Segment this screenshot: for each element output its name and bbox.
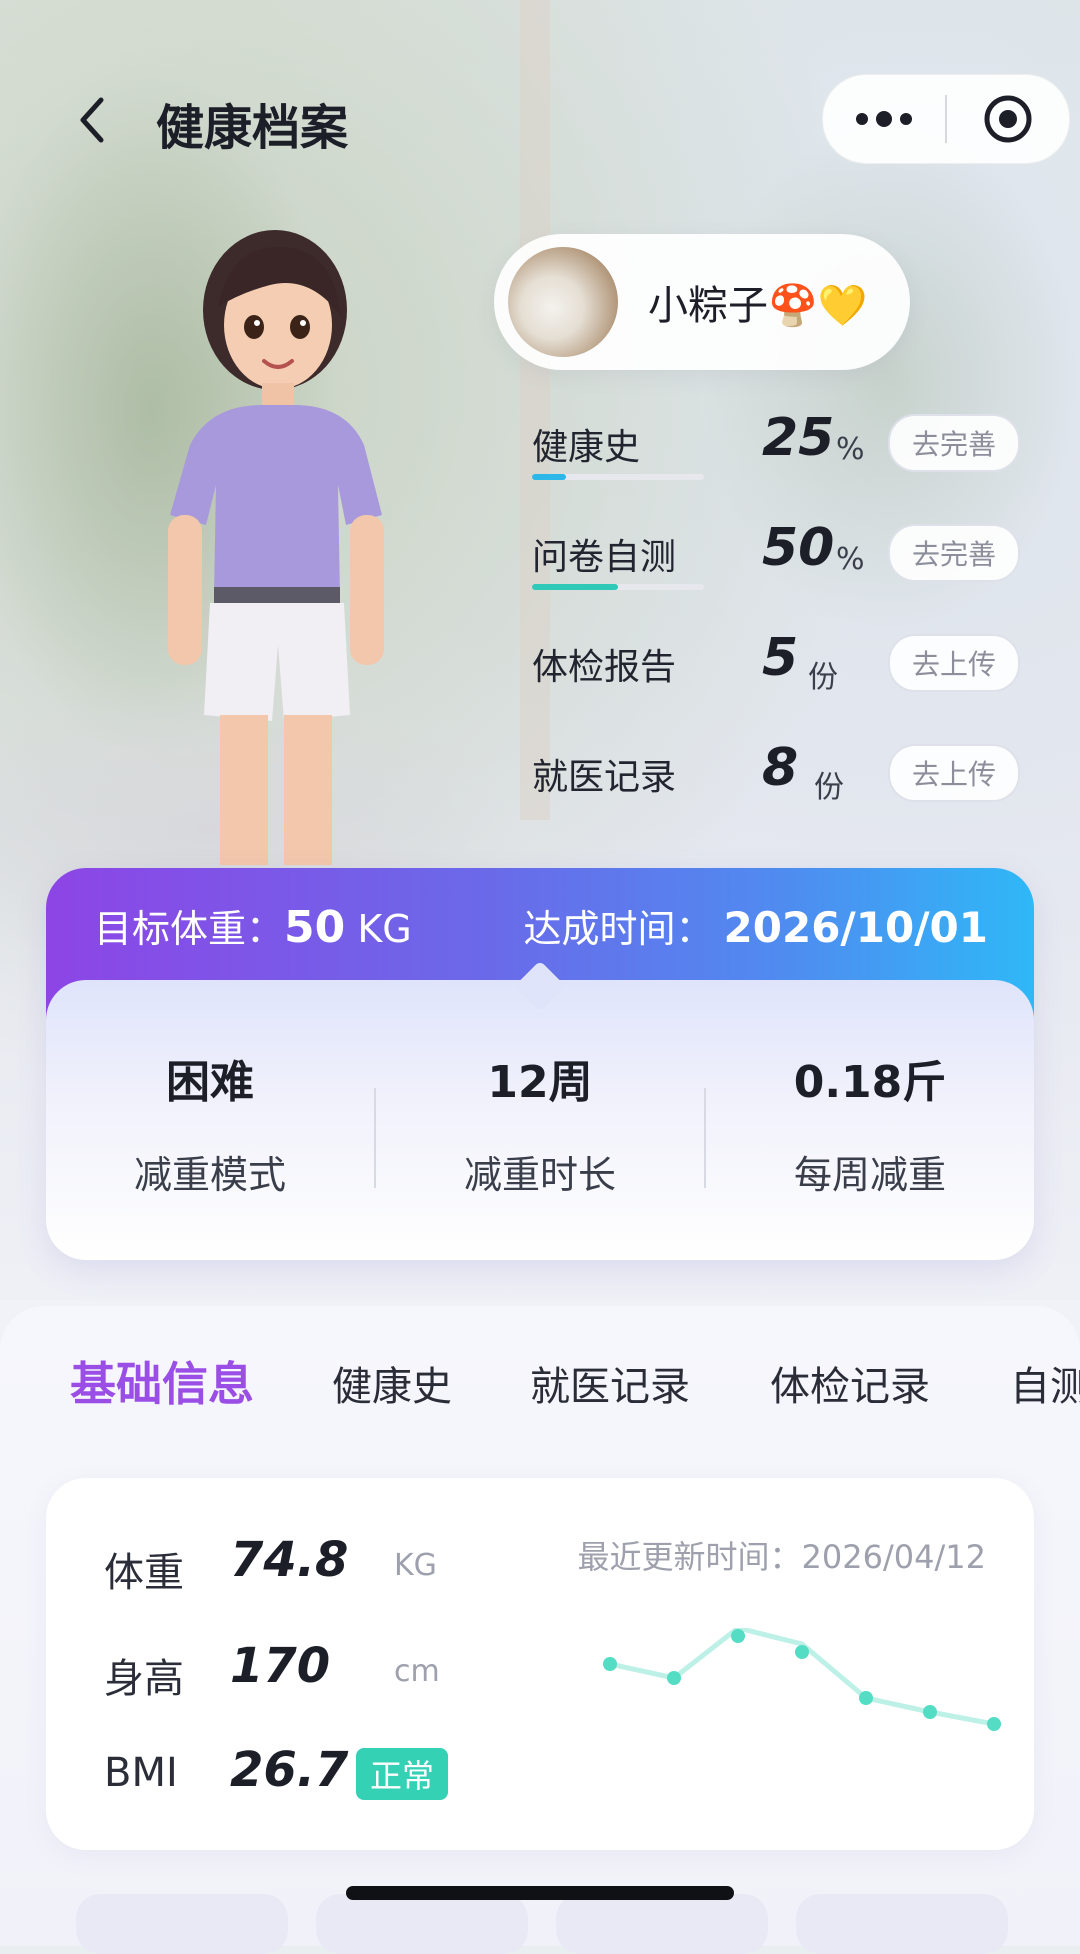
- mini-program-capsule: [822, 74, 1070, 164]
- trend-point: [731, 1629, 745, 1643]
- stat-unit: %: [836, 432, 865, 467]
- app-header: 健康档案: [0, 70, 1080, 170]
- stat-value: 50: [762, 518, 835, 578]
- goal-weekly-label: 每周减重: [793, 1153, 946, 1197]
- metric-unit: KG: [394, 1548, 437, 1583]
- body-metrics-card[interactable]: 体重 74.8 KG 身高 170 cm BMI 26.7 正常 最近更新时间：…: [46, 1478, 1034, 1850]
- stat-value: 25: [762, 408, 835, 468]
- weight-goal-card[interactable]: 目标体重：50 KG 达成时间： 2026/10/01 困难 减重模式 12周 减…: [46, 868, 1034, 1260]
- stat-label: 体检报告: [532, 647, 677, 688]
- target-weight-unit: KG: [357, 907, 412, 951]
- trend-point: [603, 1657, 617, 1671]
- target-date: 达成时间： 2026/10/01: [524, 898, 988, 953]
- complete-button[interactable]: 去完善: [888, 414, 1020, 472]
- stat-unit: %: [836, 542, 865, 577]
- goal-mode-value: 困难: [166, 1057, 254, 1108]
- target-weight-label: 目标体重：: [94, 907, 285, 951]
- progress-track: [532, 584, 704, 590]
- progress-fill: [532, 474, 567, 480]
- progress-fill: [532, 584, 618, 590]
- goal-duration-value: 12周: [487, 1057, 593, 1108]
- goal-duration: 12周 减重时长: [376, 1046, 704, 1199]
- stat-row-checkup-report: 体检报告 5 份 去上传: [532, 628, 1032, 710]
- more-dots-icon: [856, 111, 912, 127]
- stat-value: 5: [762, 628, 799, 688]
- close-miniprogram-button[interactable]: [947, 75, 1069, 163]
- chevron-left-icon: [80, 97, 104, 143]
- target-date-value: 2026/10/01: [723, 903, 988, 952]
- profile-card[interactable]: 小粽子🍄💛: [494, 234, 910, 370]
- target-icon: [984, 95, 1032, 143]
- weight-trend-sparkline: [603, 1628, 1001, 1731]
- home-indicator[interactable]: [346, 1886, 734, 1900]
- avatar-illustration: [168, 230, 384, 865]
- trend-point: [795, 1645, 809, 1659]
- bottom-card[interactable]: [316, 1894, 528, 1954]
- tab-self-test[interactable]: 自测: [1010, 1354, 1080, 1412]
- trend-point: [987, 1717, 1001, 1731]
- trend-point: [859, 1691, 873, 1705]
- metric-value: 170: [230, 1638, 331, 1694]
- complete-button[interactable]: 去完善: [888, 524, 1020, 582]
- user-avatar-photo: [508, 247, 618, 357]
- metric-label: 身高: [104, 1656, 184, 1702]
- stat-row-medical-record: 就医记录 8 份 去上传: [532, 738, 1032, 820]
- metric-label: 体重: [104, 1550, 184, 1596]
- tab-health-history[interactable]: 健康史: [332, 1354, 452, 1412]
- metric-value: 26.7: [230, 1742, 349, 1798]
- stat-value: 8: [762, 738, 799, 798]
- bottom-card[interactable]: [76, 1894, 288, 1954]
- target-date-label: 达成时间：: [523, 907, 714, 951]
- goal-weekly-value: 0.18斤: [793, 1057, 947, 1108]
- tab-checkup-records[interactable]: 体检记录: [770, 1354, 930, 1412]
- more-button[interactable]: [823, 75, 945, 163]
- stat-unit: 份: [814, 770, 844, 805]
- goal-mode-label: 减重模式: [133, 1153, 286, 1197]
- last-updated-time: 最近更新时间：2026/04/12: [577, 1538, 986, 1576]
- metric-value: 74.8: [230, 1532, 349, 1588]
- user-nickname: 小粽子🍄💛: [648, 283, 868, 329]
- stat-label: 就医记录: [532, 757, 677, 798]
- metric-label: BMI: [104, 1750, 178, 1796]
- stat-row-health-history: 健康史 25 % 去完善: [532, 408, 1032, 490]
- trend-point: [667, 1671, 681, 1685]
- goal-weekly: 0.18斤 每周减重: [706, 1046, 1034, 1199]
- back-button[interactable]: [62, 90, 122, 150]
- bottom-card[interactable]: [556, 1894, 768, 1954]
- bottom-card[interactable]: [796, 1894, 1008, 1954]
- upload-button[interactable]: 去上传: [888, 744, 1020, 802]
- bmi-status-badge: 正常: [356, 1748, 448, 1800]
- target-weight-value: 50: [284, 902, 346, 953]
- trend-point: [923, 1705, 937, 1719]
- target-weight: 目标体重：50 KG: [94, 898, 412, 953]
- stat-label: 健康史: [532, 427, 641, 468]
- metric-unit: cm: [394, 1654, 440, 1689]
- tab-basic-info[interactable]: 基础信息: [70, 1348, 254, 1414]
- page-title: 健康档案: [156, 100, 349, 156]
- upload-button[interactable]: 去上传: [888, 634, 1020, 692]
- stat-row-questionnaire: 问卷自测 50 % 去完善: [532, 518, 1032, 600]
- stat-label: 问卷自测: [532, 537, 677, 578]
- tab-medical-records[interactable]: 就医记录: [530, 1354, 690, 1412]
- goal-duration-label: 减重时长: [463, 1153, 616, 1197]
- goal-mode: 困难 减重模式: [46, 1046, 374, 1199]
- stat-unit: 份: [808, 660, 838, 695]
- progress-track: [532, 474, 704, 480]
